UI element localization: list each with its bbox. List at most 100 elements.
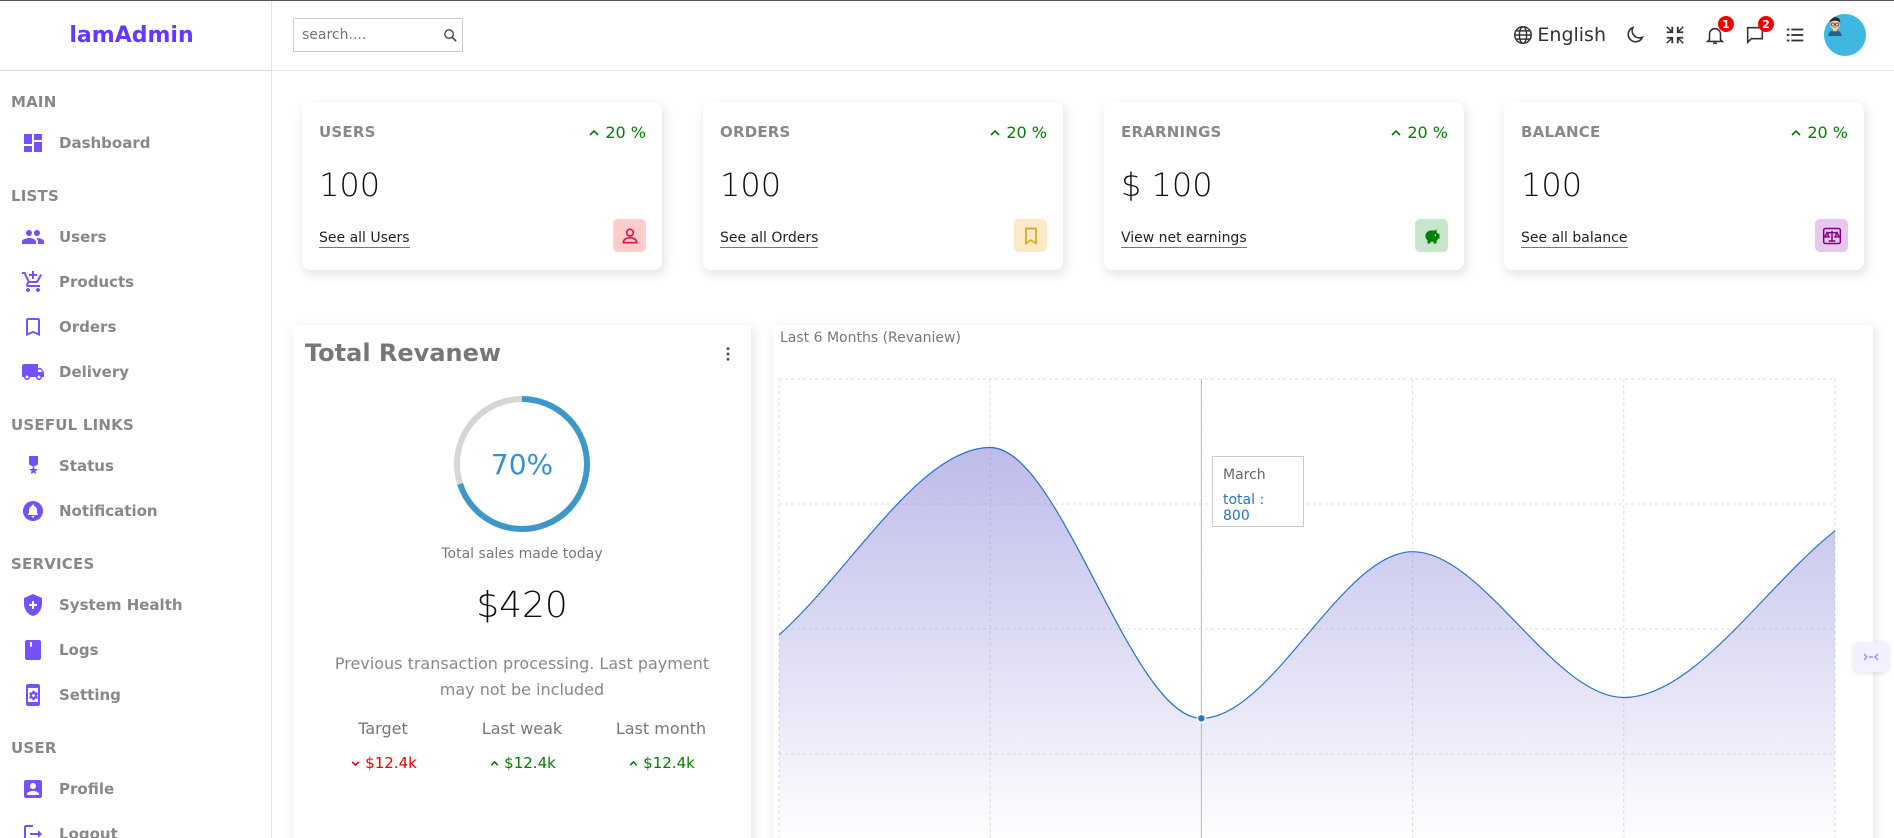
widget-value: 100 bbox=[720, 166, 782, 204]
language-selector[interactable]: English bbox=[1512, 24, 1606, 46]
revenue-chart-card: Last 6 Months (Revaniew) March total : 8… bbox=[773, 325, 1873, 838]
widget-link[interactable]: See all Orders bbox=[720, 230, 819, 248]
sidebar-section-title: MAIN bbox=[11, 93, 57, 111]
person-icon bbox=[621, 228, 638, 243]
sidebar-item-label: Users bbox=[59, 227, 107, 246]
summary-title: Last month bbox=[615, 719, 707, 738]
widget-title: USERS bbox=[319, 123, 376, 141]
widget-icon-box bbox=[613, 219, 646, 252]
sidebar-item-setting[interactable]: Setting bbox=[11, 672, 271, 717]
featured-revenue-card: Total Revanew 70% Total sales made today… bbox=[293, 325, 751, 838]
chart-area bbox=[779, 447, 1835, 838]
summary-value: $12.4k bbox=[318, 754, 448, 772]
tooltip-value: total : 800 bbox=[1223, 492, 1265, 524]
chevron-up-icon bbox=[1791, 129, 1801, 136]
code-expand-icon bbox=[1863, 653, 1879, 661]
sidebar-item-label: Products bbox=[59, 272, 135, 291]
sidebar-item-system-health[interactable]: System Health bbox=[11, 582, 271, 627]
notifications-counter: 1 bbox=[1718, 16, 1734, 32]
progress-label: 70% bbox=[490, 447, 554, 481]
widget-balance: BALANCE 20 % 100 See all balance bbox=[1504, 102, 1864, 270]
sidebar-section-title: SERVICES bbox=[11, 555, 95, 573]
sidebar-item-delivery[interactable]: Delivery bbox=[11, 349, 271, 394]
chevron-up-icon bbox=[990, 129, 1000, 136]
search-icon[interactable] bbox=[442, 27, 459, 44]
sidebar-section-title: LISTS bbox=[11, 187, 59, 205]
sidebar-nav: MAIN Dashboard LISTS Users Products Orde… bbox=[0, 93, 271, 838]
sidebar-item-label: Setting bbox=[59, 685, 121, 704]
list-icon bbox=[1786, 28, 1804, 42]
users-icon bbox=[22, 229, 44, 244]
summary-amount: $12.4k bbox=[365, 754, 417, 772]
notifications-button[interactable]: 1 bbox=[1704, 16, 1734, 46]
truck-icon bbox=[22, 363, 44, 380]
logout-icon bbox=[24, 824, 42, 838]
search-box bbox=[293, 18, 463, 52]
summary-amount: $12.4k bbox=[504, 754, 556, 772]
widget-link[interactable]: See all balance bbox=[1521, 230, 1628, 248]
more-vert-icon[interactable] bbox=[719, 345, 737, 363]
summary-item-last-week: Last weak $12.4k bbox=[457, 719, 587, 772]
sidebar-item-label: Dashboard bbox=[59, 133, 151, 152]
sidebar-item-logout[interactable]: Logout bbox=[11, 811, 271, 838]
chart-point bbox=[1196, 713, 1207, 724]
sidebar-item-label: Orders bbox=[59, 317, 117, 336]
widget-icon-box bbox=[1014, 219, 1047, 252]
summary-item-last-month: Last month $12.4k bbox=[596, 719, 726, 772]
tooltip-label: March bbox=[1223, 467, 1266, 483]
brand-logo[interactable]: lamAdmin bbox=[0, 1, 271, 71]
widget-link[interactable]: See all Users bbox=[319, 230, 410, 248]
sidebar-item-products[interactable]: Products bbox=[11, 259, 271, 304]
globe-icon bbox=[1514, 26, 1533, 44]
widget-icon-box bbox=[1415, 219, 1448, 252]
sidebar-item-status[interactable]: Status bbox=[11, 443, 271, 488]
sidebar-section-title: USER bbox=[11, 739, 57, 757]
bookmark-icon bbox=[1024, 227, 1037, 245]
book-icon bbox=[25, 639, 41, 660]
widget-percentage: 20 % bbox=[1788, 123, 1848, 142]
dark-mode-toggle[interactable] bbox=[1624, 24, 1646, 46]
side-toggle-tab[interactable] bbox=[1853, 642, 1889, 672]
featured-title: Total Revanew bbox=[305, 339, 502, 367]
summary-title: Last weak bbox=[481, 719, 563, 738]
list-menu-button[interactable] bbox=[1784, 24, 1806, 46]
sidebar-item-notification[interactable]: Notification bbox=[11, 488, 271, 533]
chevron-up-icon bbox=[1391, 129, 1401, 136]
user-avatar-icon bbox=[1824, 14, 1846, 36]
bell-icon bbox=[23, 500, 43, 521]
sidebar-item-orders[interactable]: Orders bbox=[11, 304, 271, 349]
widget-orders: ORDERS 20 % 100 See all Orders bbox=[703, 102, 1063, 270]
sidebar-item-label: Profile bbox=[59, 779, 115, 798]
messages-button[interactable]: 2 bbox=[1744, 16, 1774, 46]
moon-icon bbox=[1627, 26, 1644, 43]
sidebar-item-logs[interactable]: Logs bbox=[11, 627, 271, 672]
widget-link[interactable]: View net earnings bbox=[1121, 230, 1247, 248]
widget-value: 100 bbox=[1521, 166, 1583, 204]
search-input[interactable] bbox=[302, 27, 432, 43]
fullscreen-button[interactable] bbox=[1664, 24, 1686, 46]
settings-icon bbox=[26, 683, 40, 706]
widget-icon-box bbox=[1815, 219, 1848, 252]
summary-amount: $12.4k bbox=[643, 754, 695, 772]
topbar: English 1 2 bbox=[273, 1, 1894, 71]
sidebar: lamAdmin MAIN Dashboard LISTS Users Prod… bbox=[0, 1, 272, 838]
cart-icon bbox=[22, 270, 42, 292]
widget-percentage-value: 20 % bbox=[1006, 123, 1047, 142]
sidebar-item-dashboard[interactable]: Dashboard bbox=[11, 120, 271, 165]
widget-value: $ 100 bbox=[1121, 166, 1213, 204]
widget-percentage: 20 % bbox=[586, 123, 646, 142]
widget-percentage: 20 % bbox=[987, 123, 1047, 142]
chevron-up-icon bbox=[490, 760, 499, 766]
sidebar-item-label: Logout bbox=[59, 824, 118, 838]
sidebar-item-label: System Health bbox=[59, 595, 183, 614]
revenue-area-chart[interactable] bbox=[773, 325, 1873, 838]
sidebar-item-label: Status bbox=[59, 456, 114, 475]
avatar[interactable] bbox=[1824, 14, 1866, 56]
medal-icon bbox=[28, 455, 38, 474]
widget-earnings: ERARNINGS 20 % $ 100 View net earnings bbox=[1104, 102, 1464, 270]
avatar-image bbox=[1824, 14, 1866, 56]
sidebar-item-users[interactable]: Users bbox=[11, 214, 271, 259]
dashboard-icon bbox=[24, 133, 42, 152]
sidebar-item-label: Delivery bbox=[59, 362, 130, 381]
sidebar-item-profile[interactable]: Profile bbox=[11, 766, 271, 811]
